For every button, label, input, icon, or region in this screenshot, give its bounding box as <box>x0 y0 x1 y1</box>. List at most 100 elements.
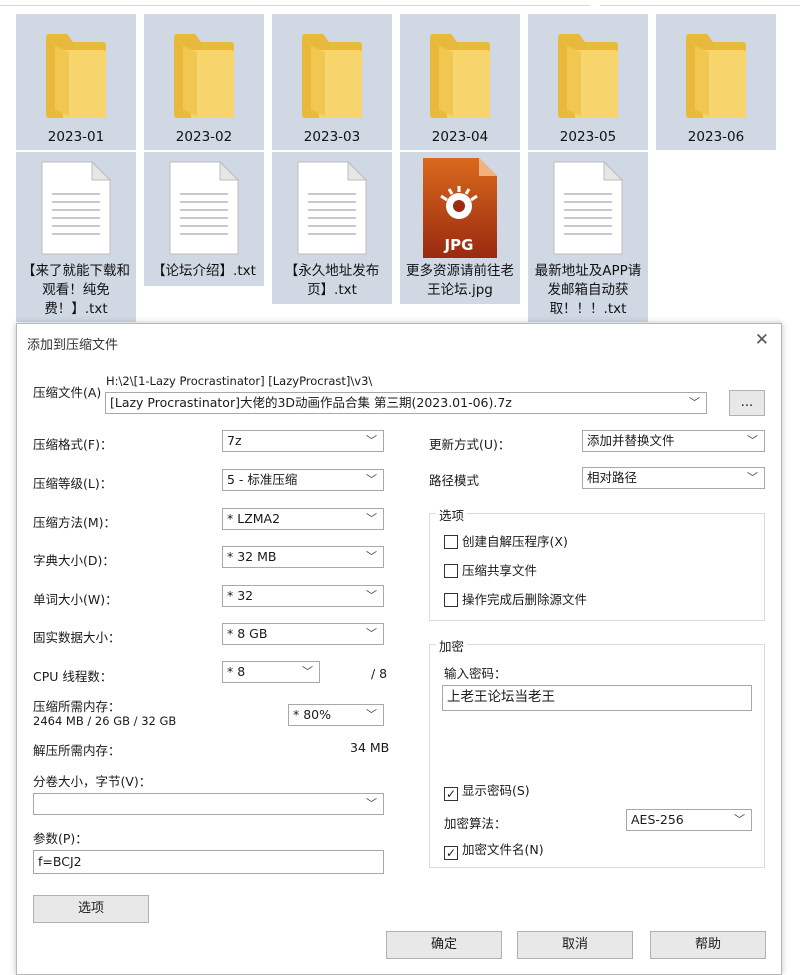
enc-method-select[interactable]: AES-256 ﹀ <box>626 809 752 831</box>
folder-item[interactable]: 2023-03 <box>272 14 392 150</box>
chevron-down-icon: ﹀ <box>366 512 377 525</box>
sfx-checkbox[interactable]: 创建自解压程序(X) <box>444 534 568 550</box>
shared-checkbox[interactable]: 压缩共享文件 <box>444 563 537 579</box>
folder-item[interactable]: 2023-04 <box>400 14 520 150</box>
enc-method-label: 加密算法： <box>444 816 507 831</box>
dialog-title: 添加到压缩文件 <box>27 338 119 353</box>
word-select[interactable]: * 32 ﹀ <box>222 585 384 607</box>
chevron-down-icon: ﹀ <box>747 434 758 447</box>
dict-value: * 32 MB <box>227 549 277 564</box>
browse-button[interactable]: ... <box>729 390 765 416</box>
cpu-value: * 8 <box>227 664 246 679</box>
text-file-icon <box>169 160 240 255</box>
close-icon[interactable]: ✕ <box>755 330 769 350</box>
update-label: 更新方式(U)： <box>429 437 511 452</box>
folder-label: 2023-01 <box>47 129 105 145</box>
file-label: 更多资源请前往老王论坛.jpg <box>406 263 514 298</box>
file-label: 最新地址及APP请发邮箱自动获取！！！.txt <box>534 263 642 317</box>
enc-method-value: AES-256 <box>631 812 684 827</box>
jpg-image-icon: JPG <box>423 158 497 258</box>
folder-icon <box>558 34 618 118</box>
mem-decomp-label: 解压所需内存： <box>33 743 121 758</box>
folder-icon <box>686 34 746 118</box>
file-item[interactable]: JPG 更多资源请前往老王论坛.jpg <box>400 152 520 304</box>
folder-label: 2023-05 <box>559 129 617 145</box>
ok-button[interactable]: 确定 <box>386 931 502 959</box>
delete-label: 操作完成后删除源文件 <box>462 592 588 607</box>
show-password-label: 显示密码(S) <box>462 783 530 798</box>
solid-select[interactable]: * 8 GB ﹀ <box>222 623 384 645</box>
chevron-down-icon: ﹀ <box>302 665 313 678</box>
encryption-group-title: 加密 <box>436 636 468 655</box>
cpu-label: CPU 线程数： <box>33 669 113 684</box>
word-label: 单词大小(W)： <box>33 592 118 607</box>
folder-item[interactable]: 2023-05 <box>528 14 648 150</box>
chevron-down-icon: ﹀ <box>366 434 377 447</box>
file-item[interactable]: 【永久地址发布页】.txt <box>272 152 392 304</box>
archive-name-combo[interactable]: [Lazy Procrastinator]大佬的3D动画作品合集 第三期(202… <box>105 392 707 414</box>
text-file-icon <box>297 160 368 255</box>
cancel-button[interactable]: 取消 <box>517 931 633 959</box>
mem-comp-select[interactable]: * 80% ﹀ <box>288 704 384 726</box>
cpu-total: / 8 <box>371 666 388 681</box>
folder-icon <box>302 34 362 118</box>
file-item[interactable]: 【论坛介绍】.txt <box>144 152 264 286</box>
folder-label: 2023-03 <box>303 129 361 145</box>
encrypt-names-checkbox[interactable]: ✓ 加密文件名(N) <box>444 842 544 860</box>
checkbox-box <box>444 593 458 607</box>
top-divider-right <box>600 0 800 6</box>
folder-icon <box>174 34 234 118</box>
format-label: 压缩格式(F)： <box>33 437 113 452</box>
volume-combo[interactable]: ﹀ <box>33 793 384 815</box>
mem-comp-info: 2464 MB / 26 GB / 32 GB <box>33 714 177 728</box>
delete-checkbox[interactable]: 操作完成后删除源文件 <box>444 592 587 608</box>
password-label: 输入密码： <box>444 666 507 681</box>
dict-select[interactable]: * 32 MB ﹀ <box>222 546 384 568</box>
checkbox-box <box>444 535 458 549</box>
folder-icon <box>46 34 106 118</box>
format-select[interactable]: 7z ﹀ <box>222 430 384 452</box>
text-file-icon <box>553 160 624 255</box>
archive-label: 压缩文件(A) <box>33 385 102 400</box>
sfx-label: 创建自解压程序(X) <box>462 534 568 549</box>
show-password-checkbox[interactable]: ✓ 显示密码(S) <box>444 783 530 801</box>
chevron-down-icon: ﹀ <box>734 813 745 826</box>
folder-item[interactable]: 2023-01 <box>16 14 136 150</box>
checkmark-icon: ✓ <box>444 846 458 860</box>
encryption-group: 加密 输入密码： 上老王论坛当老王 ✓ 显示密码(S) 加密算法： AES-256… <box>429 636 765 868</box>
mem-comp-label: 压缩所需内存： <box>33 699 121 714</box>
path-value: 相对路径 <box>587 470 638 485</box>
folder-label: 2023-02 <box>175 129 233 145</box>
folder-item[interactable]: 2023-02 <box>144 14 264 150</box>
cpu-select[interactable]: * 8 ﹀ <box>222 661 320 683</box>
shared-label: 压缩共享文件 <box>462 563 538 578</box>
folder-icon <box>430 34 490 118</box>
password-input[interactable]: 上老王论坛当老王 <box>442 685 752 711</box>
add-to-archive-dialog: 添加到压缩文件 ✕ 压缩文件(A) H:\2\[1-Lazy Procrasti… <box>16 323 782 975</box>
folder-item[interactable]: 2023-06 <box>656 14 776 150</box>
checkbox-box <box>444 564 458 578</box>
path-select[interactable]: 相对路径 ﹀ <box>582 467 765 489</box>
options-button[interactable]: 选项 <box>33 895 149 923</box>
top-divider <box>0 0 590 6</box>
chevron-down-icon: ﹀ <box>366 708 377 721</box>
params-label: 参数(P)： <box>33 831 88 846</box>
folder-label: 2023-04 <box>431 129 489 145</box>
level-select[interactable]: 5 - 标准压缩 ﹀ <box>222 469 384 491</box>
word-value: * 32 <box>227 588 254 603</box>
chevron-down-icon: ﹀ <box>366 797 377 810</box>
file-item[interactable]: 【来了就能下载和观看！纯免费！】.txt <box>16 152 136 322</box>
options-group-title: 选项 <box>436 505 468 524</box>
update-select[interactable]: 添加并替换文件 ﹀ <box>582 430 765 452</box>
mem-decomp-value: 34 MB <box>350 740 390 755</box>
method-value: * LZMA2 <box>227 511 281 526</box>
chevron-down-icon: ﹀ <box>366 589 377 602</box>
method-select[interactable]: * LZMA2 ﹀ <box>222 508 384 530</box>
help-button[interactable]: 帮助 <box>650 931 766 959</box>
chevron-down-icon: ﹀ <box>366 473 377 486</box>
chevron-down-icon: ﹀ <box>747 471 758 484</box>
mem-comp-value: * 80% <box>293 707 332 722</box>
options-group: 选项 创建自解压程序(X) 压缩共享文件 操作完成后删除源文件 <box>429 505 765 621</box>
file-item[interactable]: 最新地址及APP请发邮箱自动获取！！！.txt <box>528 152 648 322</box>
params-input[interactable]: f=BCJ2 <box>33 850 384 874</box>
